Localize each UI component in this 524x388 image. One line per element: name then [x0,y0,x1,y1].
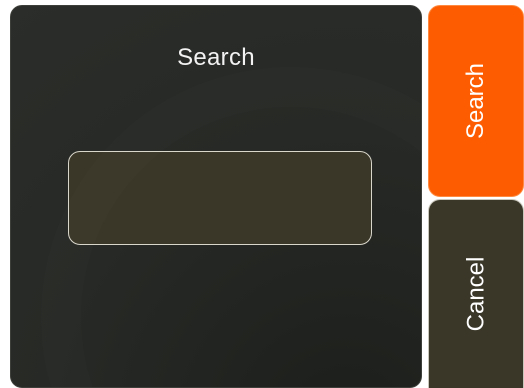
dialog-title: Search [177,44,255,71]
cancel-button[interactable]: Cancel [428,199,524,388]
search-dialog: Search Search Cancel [0,0,524,388]
search-button-label: Search [461,62,489,140]
search-button[interactable]: Search [428,5,524,197]
search-panel: Search [10,5,422,388]
search-input[interactable] [68,151,372,245]
cancel-button-label: Cancel [462,256,489,332]
